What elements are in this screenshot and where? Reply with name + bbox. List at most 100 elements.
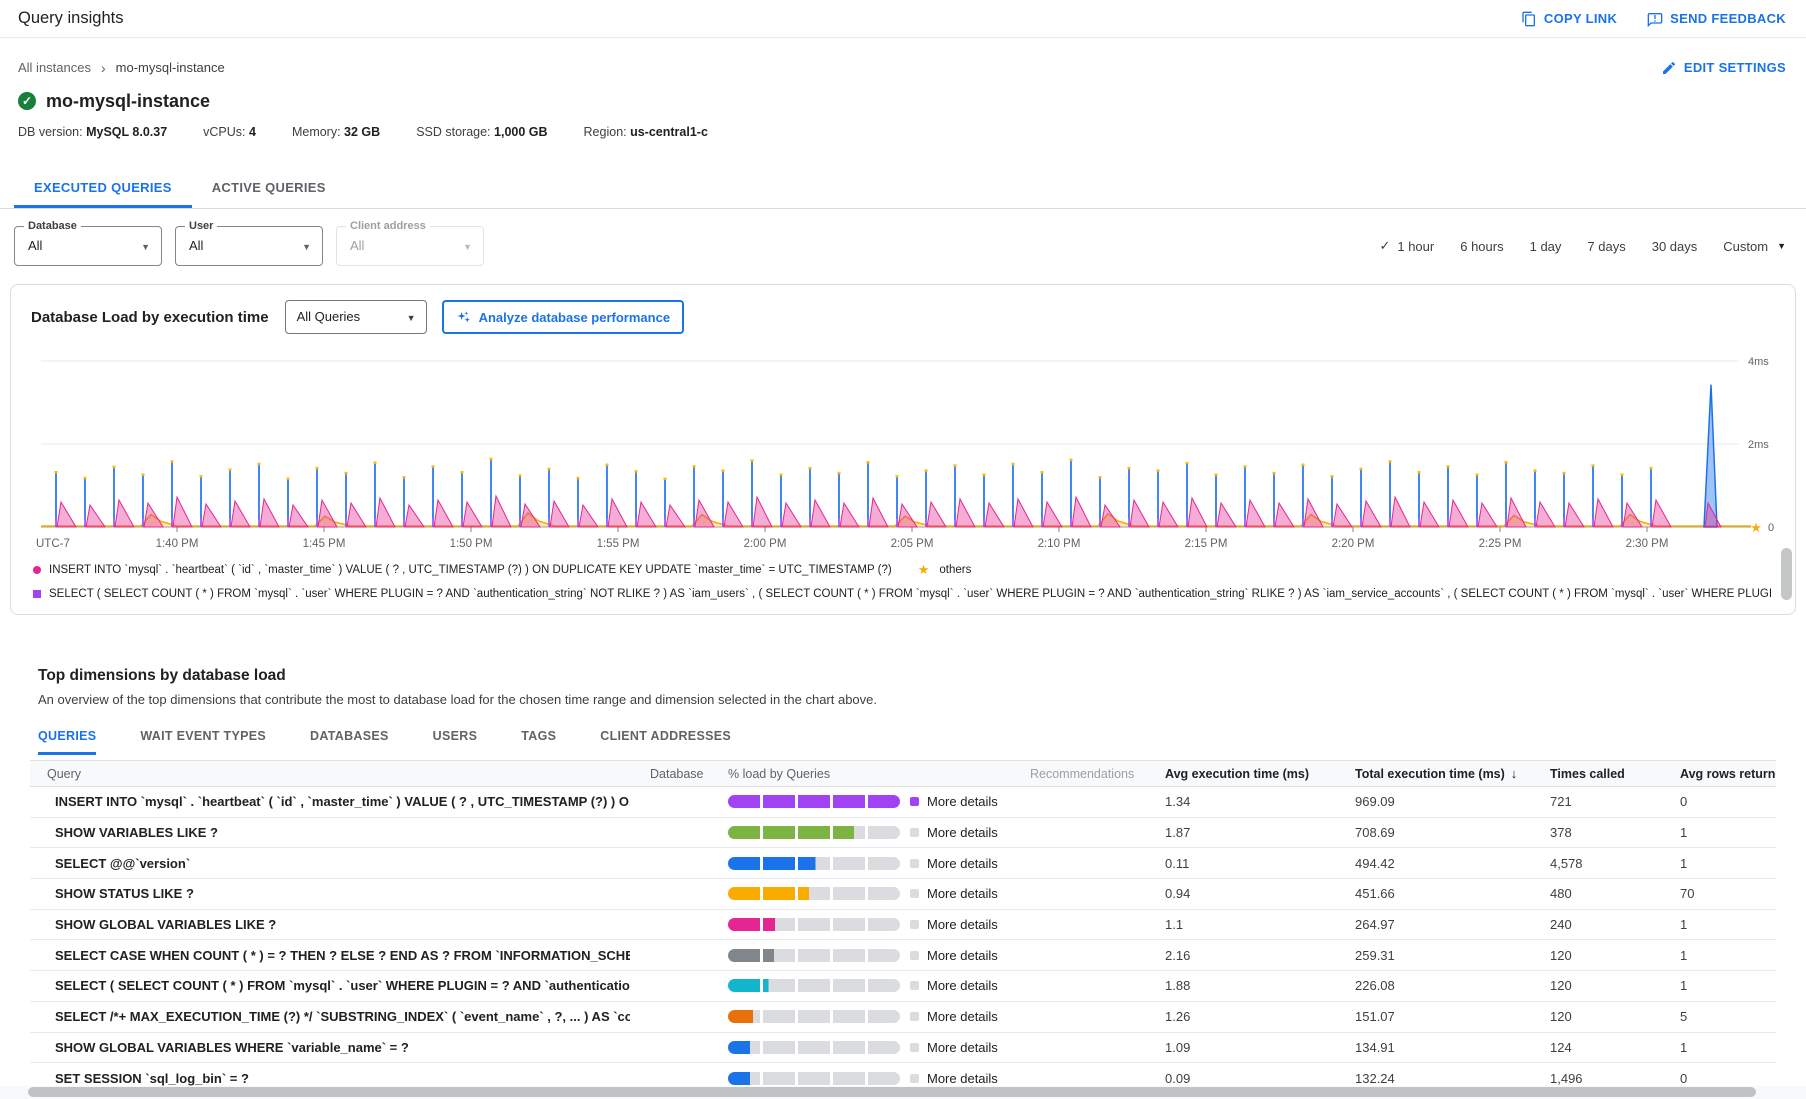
breadcrumb-current: mo-mysql-instance [116,60,225,75]
col-header-total-execution-time-ms-[interactable]: Total execution time (ms)↓ [1335,766,1530,781]
time-range-7-days[interactable]: 7 days [1587,239,1625,254]
table-row[interactable]: SHOW VARIABLES LIKE ?More details1.87708… [30,818,1776,849]
load-bar-segment [798,949,830,962]
avg-rows-returned: 5 [1660,1009,1776,1024]
analyze-database-performance-button[interactable]: Analyze database performance [442,300,684,334]
copy-icon [1521,11,1537,27]
query-text: SHOW GLOBAL VARIABLES WHERE `variable_na… [30,1040,630,1055]
send-feedback-button[interactable]: SEND FEEDBACK [1647,11,1786,27]
svg-text:2:10 PM: 2:10 PM [1038,538,1081,550]
more-details-cell: More details [900,1071,1010,1086]
edit-settings-button[interactable]: EDIT SETTINGS [1661,60,1786,76]
filter-row: DatabaseAll▼UserAll▼Client addressAll▼ ✓… [0,209,1806,266]
horizontal-scrollbar-thumb[interactable] [28,1087,1756,1097]
dim-tab-queries[interactable]: QUERIES [38,729,96,755]
load-bar-segment [798,1072,830,1085]
table-row[interactable]: SELECT /*+ MAX_EXECUTION_TIME (?) */ `SU… [30,1002,1776,1033]
instance-detail: SSD storage: 1,000 GB [416,125,547,143]
table-row[interactable]: SHOW STATUS LIKE ?More details0.94451.66… [30,879,1776,910]
load-bar-segment [798,887,830,900]
more-details-link[interactable]: More details [927,825,998,840]
time-range-6-hours[interactable]: 6 hours [1460,239,1503,254]
page-title: Query insights [18,9,123,28]
horizontal-scrollbar[interactable] [0,1086,1806,1099]
load-bar-segment [728,857,760,870]
more-details-link[interactable]: More details [927,856,998,871]
more-details-link[interactable]: More details [927,886,998,901]
times-called: 480 [1530,886,1660,901]
table-row[interactable]: SELECT CASE WHEN COUNT ( * ) = ? THEN ? … [30,940,1776,971]
legend-label-others: others [939,564,971,576]
appbar-actions: COPY LINK SEND FEEDBACK [1521,11,1786,27]
load-bar-segment [833,795,865,808]
load-bar-segment [833,1072,865,1085]
avg-rows-returned: 1 [1660,825,1776,840]
col-header-recommendations[interactable]: Recommendations [1010,767,1145,781]
dim-tab-databases[interactable]: DATABASES [310,729,389,755]
load-bar-segment [868,795,900,808]
vertical-scrollbar-thumb[interactable] [1781,548,1792,600]
more-details-link[interactable]: More details [927,948,998,963]
total-execution-time: 708.69 [1335,825,1530,840]
dim-tab-users[interactable]: USERS [433,729,478,755]
query-color-swatch [910,859,919,868]
more-details-link[interactable]: More details [927,1071,998,1086]
instance-header: All instances › mo-mysql-instance EDIT S… [0,38,1806,143]
action-label: COPY LINK [1544,11,1617,26]
chevron-down-icon: ▼ [302,242,311,252]
query-color-swatch [910,1074,919,1083]
avg-execution-time: 0.09 [1145,1071,1335,1086]
chart-query-filter-select[interactable]: All Queries ▼ [285,300,427,334]
col-header-database[interactable]: Database [630,767,710,781]
more-details-link[interactable]: More details [927,978,998,993]
col-header-query[interactable]: Query [30,767,630,781]
database-select[interactable]: DatabaseAll▼ [14,226,162,266]
more-details-link[interactable]: More details [927,1040,998,1055]
dim-tab-client-addresses[interactable]: CLIENT ADDRESSES [600,729,731,755]
table-row[interactable]: INSERT INTO `mysql` . `heartbeat` ( `id`… [30,787,1776,818]
load-bar-segment [798,826,830,839]
time-range-30-days[interactable]: 30 days [1652,239,1698,254]
dim-tab-wait-event-types[interactable]: WAIT EVENT TYPES [140,729,266,755]
table-row[interactable]: SHOW GLOBAL VARIABLES LIKE ?More details… [30,910,1776,941]
app-bar: Query insights COPY LINK SEND FEEDBACK [0,0,1806,38]
more-details-link[interactable]: More details [927,917,998,932]
more-details-link[interactable]: More details [927,794,998,809]
legend-line-2: SELECT ( SELECT COUNT ( * ) FROM `mysql`… [33,588,1773,600]
copy-link-button[interactable]: COPY LINK [1521,11,1617,27]
query-color-swatch [910,981,919,990]
col-header-avg-rows-returned[interactable]: Avg rows returned [1660,767,1776,781]
more-details-cell: More details [900,1040,1010,1055]
time-range-custom[interactable]: Custom▼ [1723,239,1786,254]
time-range-1-day[interactable]: 1 day [1530,239,1562,254]
load-chart[interactable]: 2ms4ms1:40 PM1:45 PM1:50 PM1:55 PM2:00 P… [11,339,1795,562]
load-bar [710,1041,900,1054]
col-header--load-by-queries[interactable]: % load by Queries [710,767,1010,781]
status-healthy-icon: ✓ [18,92,36,110]
load-bar [710,795,900,808]
query-text: SHOW STATUS LIKE ? [30,886,630,901]
tab-executed-queries[interactable]: EXECUTED QUERIES [14,169,192,208]
user-select[interactable]: UserAll▼ [175,226,323,266]
main-tabs: EXECUTED QUERIESACTIVE QUERIES [0,169,1806,209]
more-details-link[interactable]: More details [927,1009,998,1024]
query-color-swatch [910,1043,919,1052]
col-header-avg-execution-time-ms-[interactable]: Avg execution time (ms) [1145,767,1335,781]
table-row[interactable]: SELECT ( SELECT COUNT ( * ) FROM `mysql`… [30,971,1776,1002]
avg-rows-returned: 1 [1660,978,1776,993]
sort-desc-icon[interactable]: ↓ [1511,766,1518,781]
avg-execution-time: 0.94 [1145,886,1335,901]
load-bar-segment [798,918,830,931]
load-bar-segment [728,826,760,839]
col-header-times-called[interactable]: Times called [1530,767,1660,781]
table-row[interactable]: SHOW GLOBAL VARIABLES WHERE `variable_na… [30,1033,1776,1064]
dim-tab-tags[interactable]: TAGS [521,729,556,755]
svg-text:2ms: 2ms [1748,439,1769,451]
tab-active-queries[interactable]: ACTIVE QUERIES [192,169,346,208]
load-bar-segment [868,979,900,992]
breadcrumb-all-instances[interactable]: All instances [18,60,91,75]
time-range-1-hour[interactable]: ✓1 hour [1379,238,1434,254]
total-execution-time: 151.07 [1335,1009,1530,1024]
table-row[interactable]: SELECT @@`version`More details0.11494.42… [30,848,1776,879]
load-bar-segment [798,1041,830,1054]
